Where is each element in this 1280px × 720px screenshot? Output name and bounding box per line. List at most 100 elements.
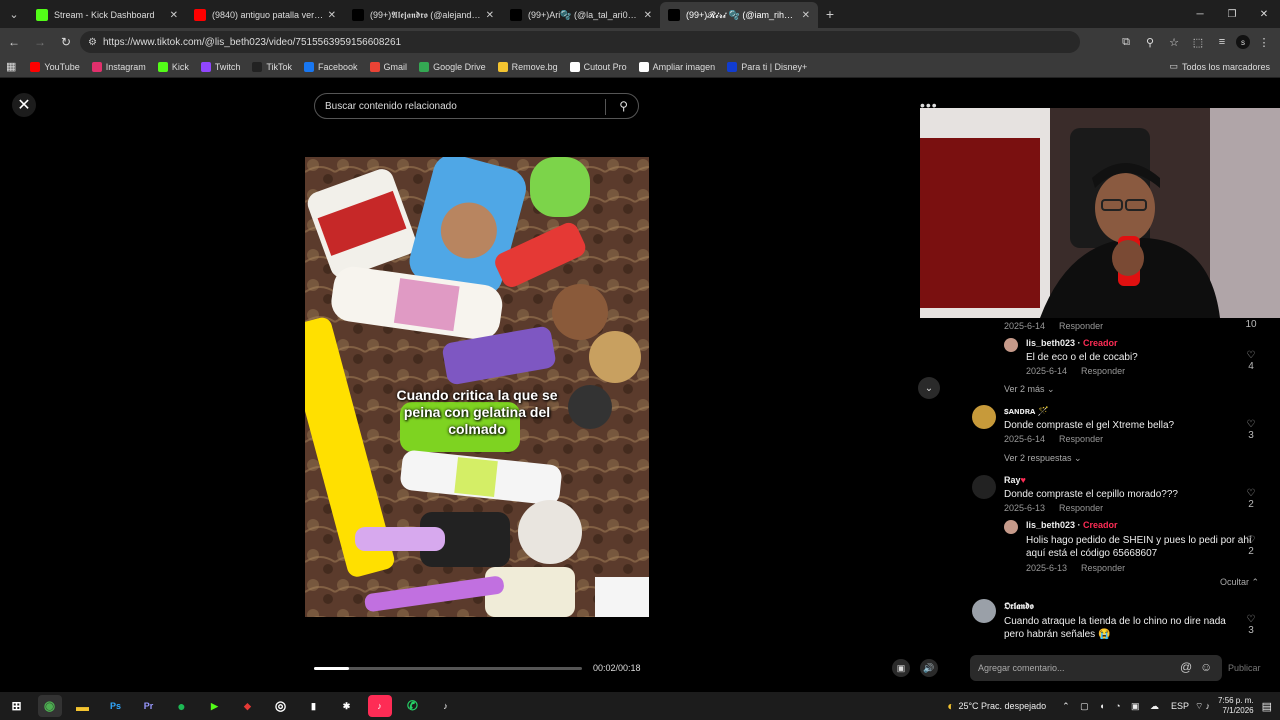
avatar[interactable] xyxy=(1004,338,1018,352)
comment-username[interactable]: lis_beth023 xyxy=(1026,520,1075,530)
video-progress-bar[interactable] xyxy=(314,667,582,670)
capture-icon[interactable]: ✱ xyxy=(335,695,359,717)
bookmark-item[interactable]: Kick xyxy=(157,61,189,72)
video-frame[interactable]: Cuando critica la que se peina con gelat… xyxy=(305,157,649,617)
bookmark-item[interactable]: Cutout Pro xyxy=(569,61,627,72)
mention-icon[interactable]: @ xyxy=(1180,660,1192,674)
audio-app-icon[interactable]: ▮ xyxy=(302,695,326,717)
comment-username[interactable]: lis_beth023 xyxy=(1026,338,1075,348)
profile-avatar[interactable]: s xyxy=(1236,35,1250,49)
avatar[interactable] xyxy=(972,405,996,429)
file-explorer-icon[interactable]: ▬ xyxy=(71,695,95,717)
chrome-icon[interactable]: ◉ xyxy=(37,695,62,717)
davinci-icon[interactable]: ◆ xyxy=(236,695,260,717)
hide-replies[interactable]: Ocultar ⌃ xyxy=(1220,577,1259,588)
comment-input[interactable]: Agregar comentario... @ ☺ xyxy=(970,655,1222,681)
close-tab-icon[interactable]: ✕ xyxy=(486,10,494,21)
browser-tab[interactable]: (99+)Ari🫧 (@la_tal_ari0) | TikTok ✕ xyxy=(502,2,660,28)
photoshop-icon[interactable]: Ps xyxy=(104,695,128,717)
browser-tab[interactable]: (9840) antiguo patalla verde - Y ✕ xyxy=(186,2,344,28)
spotify-icon[interactable]: ● xyxy=(170,695,194,717)
clock[interactable]: 7:56 p. m. 7/1/2026 xyxy=(1218,696,1254,716)
reply-button[interactable]: Responder xyxy=(1059,503,1103,513)
publish-button[interactable]: Publicar xyxy=(1228,663,1261,673)
reply-button[interactable]: Responder xyxy=(1081,366,1125,376)
restore-button[interactable]: ❐ xyxy=(1216,0,1248,28)
site-info-icon[interactable]: ⚙ xyxy=(88,37,97,48)
like-button[interactable]: ♡ 2 xyxy=(1244,488,1258,510)
like-button[interactable]: ♡ 3 xyxy=(1244,419,1258,441)
like-button[interactable]: ♡ 3 xyxy=(1244,614,1258,636)
minimize-button[interactable]: ─ xyxy=(1184,0,1216,28)
search-icon[interactable]: ⚲ xyxy=(619,99,628,113)
language-indicator[interactable]: ESP xyxy=(1171,701,1189,711)
reading-list-icon[interactable]: ≡ xyxy=(1212,31,1232,53)
premiere-icon[interactable]: Pr xyxy=(137,695,161,717)
bookmark-item[interactable]: YouTube xyxy=(30,61,80,72)
close-tab-icon[interactable]: ✕ xyxy=(802,10,810,21)
comment-item: Ray♥ Donde compraste el cepillo morado??… xyxy=(1004,475,1178,513)
address-bar[interactable]: ⚙ https://www.tiktok.com/@lis_beth023/vi… xyxy=(80,31,1080,53)
whatsapp-icon[interactable]: ✆ xyxy=(401,695,425,717)
emoji-icon[interactable]: ☺ xyxy=(1200,660,1212,674)
tiktok-studio-icon[interactable]: ♪ xyxy=(367,695,392,717)
apps-grid-icon[interactable]: ▦ xyxy=(6,60,16,73)
bookmark-item[interactable]: Gmail xyxy=(369,61,407,72)
network-icon[interactable]: ⌔ xyxy=(1195,701,1203,712)
browser-tab[interactable]: (99+)𝓡𝓲𝓻𝓲 🫧 (@iam_rihann ✕ xyxy=(660,2,818,28)
bookmark-item[interactable]: Ampliar imagen xyxy=(638,61,715,72)
like-button[interactable]: ♡ 4 xyxy=(1244,350,1258,372)
close-video-button[interactable]: ✕ xyxy=(12,93,36,117)
kick-app-icon[interactable]: ▶ xyxy=(203,695,227,717)
browser-tab[interactable]: (99+)𝕬𝖑𝖊𝖏𝖆𝖓𝖉𝖗𝖔 (@alejandr10v) ✕ xyxy=(344,2,502,28)
floating-player-button[interactable]: ▣ xyxy=(892,659,910,677)
bookmark-label: YouTube xyxy=(44,61,80,72)
reply-button[interactable]: Responder xyxy=(1059,321,1103,331)
like-button[interactable]: ♡ 2 xyxy=(1244,535,1258,557)
reply-button[interactable]: Responder xyxy=(1081,563,1125,573)
weather-text[interactable]: 25°C Prac. despejado xyxy=(958,701,1046,711)
avatar[interactable] xyxy=(972,599,996,623)
obs-icon[interactable]: ◎ xyxy=(269,695,293,717)
install-app-icon[interactable]: ⧉ xyxy=(1116,31,1136,53)
comment-username[interactable]: Ray xyxy=(1004,475,1021,485)
avatar[interactable] xyxy=(1004,520,1018,534)
tab-search-button[interactable]: ⌄ xyxy=(0,0,28,28)
volume-tray-icon[interactable]: ♪ xyxy=(1206,701,1211,711)
new-tab-button[interactable]: + xyxy=(818,6,842,22)
close-window-button[interactable]: ✕ xyxy=(1248,0,1280,28)
comment-username[interactable]: ꜱᴀɴᴅʀᴀ 🪄 xyxy=(1004,406,1049,416)
notifications-icon[interactable]: ▤ xyxy=(1262,700,1272,713)
bookmark-item[interactable]: Para ti | Disney+ xyxy=(727,61,807,72)
all-bookmarks-button[interactable]: ▭ Todos los marcadores xyxy=(1169,61,1270,72)
reply-button[interactable]: Responder xyxy=(1059,434,1103,444)
bookmark-item[interactable]: Remove.bg xyxy=(497,61,558,72)
bookmark-item[interactable]: Twitch xyxy=(200,61,240,72)
browser-menu-icon[interactable]: ⋮ xyxy=(1254,31,1274,53)
bookmark-item[interactable]: Google Drive xyxy=(419,61,486,72)
reload-button[interactable]: ↻ xyxy=(54,30,78,54)
extensions-icon[interactable]: ⬚ xyxy=(1188,31,1208,53)
close-tab-icon[interactable]: ✕ xyxy=(328,10,336,21)
bookmark-item[interactable]: TikTok xyxy=(252,61,292,72)
comment-username[interactable]: 𝕺𝖗𝖑𝖆𝖓𝖉𝖔 xyxy=(1004,601,1034,611)
volume-button[interactable]: 🔊 xyxy=(920,659,938,677)
bookmark-item[interactable]: Facebook xyxy=(304,61,358,72)
bookmark-item[interactable]: Instagram xyxy=(91,61,146,72)
close-tab-icon[interactable]: ✕ xyxy=(644,10,652,21)
browser-tab[interactable]: Stream - Kick Dashboard ✕ xyxy=(28,2,186,28)
back-button[interactable]: ← xyxy=(2,30,26,54)
view-replies[interactable]: Ver 2 respuestas ⌄ xyxy=(1004,453,1082,464)
view-more-replies[interactable]: Ver 2 más ⌄ xyxy=(1004,384,1055,395)
bookmark-star-icon[interactable]: ☆ xyxy=(1164,31,1184,53)
like-count: 2 xyxy=(1248,499,1254,510)
tray-icons[interactable]: ⌃ ▢ ◖ ◔ ▣ ☁ xyxy=(1062,701,1163,712)
zoom-icon[interactable]: ⚲ xyxy=(1140,31,1160,53)
forward-button[interactable]: → xyxy=(28,30,52,54)
start-icon[interactable]: ⊞ xyxy=(5,695,29,717)
next-video-button[interactable]: ⌄ xyxy=(918,377,940,399)
tiktok-app-icon[interactable]: ♪ xyxy=(434,695,458,717)
related-search-input[interactable]: Buscar contenido relacionado ⚲ xyxy=(314,93,639,119)
close-tab-icon[interactable]: ✕ xyxy=(170,10,178,21)
avatar[interactable] xyxy=(972,475,996,499)
